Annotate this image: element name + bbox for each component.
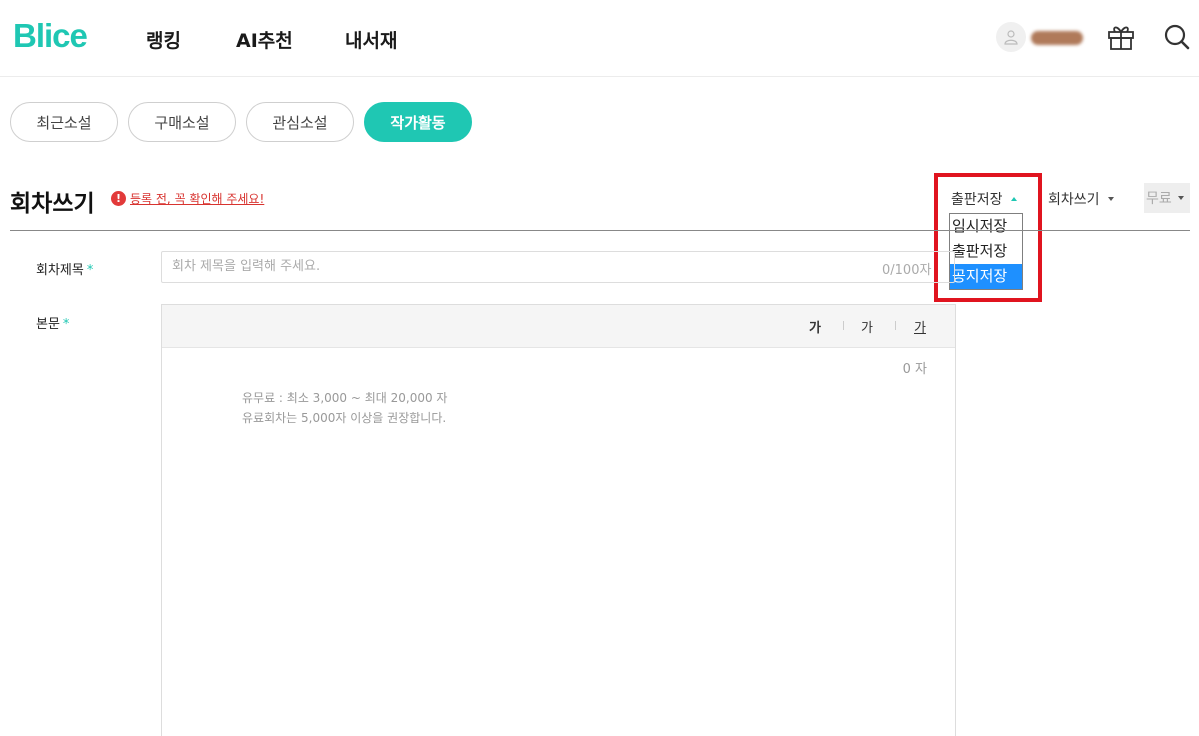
logo[interactable]: Blice xyxy=(13,17,88,55)
mode-value: 회차쓰기 xyxy=(1048,192,1100,208)
user-icon xyxy=(1004,30,1018,45)
gift-icon[interactable] xyxy=(1106,22,1136,52)
guide-text-1: 유무료 : 최소 3,000 ~ 최대 20,000 자 xyxy=(242,391,448,405)
font-size-large-button[interactable]: 가 xyxy=(809,317,821,336)
tab-favorites[interactable]: 관심소설 xyxy=(246,102,354,142)
avatar[interactable] xyxy=(996,22,1026,52)
underline-button[interactable]: 가 xyxy=(914,317,926,336)
required-mark: * xyxy=(62,317,70,332)
body-label: 본문 * xyxy=(36,313,69,332)
tab-recent[interactable]: 최근소설 xyxy=(10,102,118,142)
toolbar-separator xyxy=(843,321,844,330)
page-title: 회차쓰기 xyxy=(10,191,95,217)
nav-item-my-library[interactable]: 내서재 xyxy=(345,26,397,53)
nav-item-ranking[interactable]: 랭킹 xyxy=(146,26,181,53)
toolbar-separator xyxy=(895,321,896,330)
title-char-count: 0/100자 xyxy=(882,263,932,278)
username-redacted[interactable] xyxy=(1031,31,1083,45)
editor-toolbar: 가 가 가 xyxy=(162,305,955,348)
tab-author-activity[interactable]: 작가활동 xyxy=(364,102,472,142)
notice-text[interactable]: 등록 전, 꼭 확인해 주세요! xyxy=(130,190,264,207)
alert-icon: ! xyxy=(111,191,126,206)
body-editor[interactable]: 가 가 가 0 자 유무료 : 최소 3,000 ~ 최대 20,000 자 유… xyxy=(161,304,956,736)
title-label: 회차제목 * xyxy=(36,259,93,278)
mode-select[interactable]: 회차쓰기 xyxy=(1048,189,1114,209)
price-value: 무료 xyxy=(1146,191,1172,207)
caret-down-icon xyxy=(1177,196,1184,200)
tab-purchased[interactable]: 구매소설 xyxy=(128,102,236,142)
font-size-medium-button[interactable]: 가 xyxy=(861,317,873,336)
caret-down-icon xyxy=(1107,197,1114,201)
guide-text-2: 유료회차는 5,000자 이상을 권장합니다. xyxy=(242,411,447,425)
nav-item-ai-recommend[interactable]: AI추천 xyxy=(236,26,293,53)
required-mark: * xyxy=(86,263,94,278)
title-input[interactable]: 회차 제목을 입력해 주세요. xyxy=(161,251,955,283)
body-char-count: 0 자 xyxy=(902,362,927,377)
divider xyxy=(10,230,1190,231)
notice-link[interactable]: ! 등록 전, 꼭 확인해 주세요! xyxy=(111,190,264,207)
top-header: Blice 랭킹 AI추천 내서재 xyxy=(0,0,1199,77)
price-select[interactable]: 무료 xyxy=(1144,183,1190,213)
body-label-text: 본문 xyxy=(36,317,60,332)
search-icon[interactable] xyxy=(1162,22,1192,52)
title-label-text: 회차제목 xyxy=(36,263,84,278)
